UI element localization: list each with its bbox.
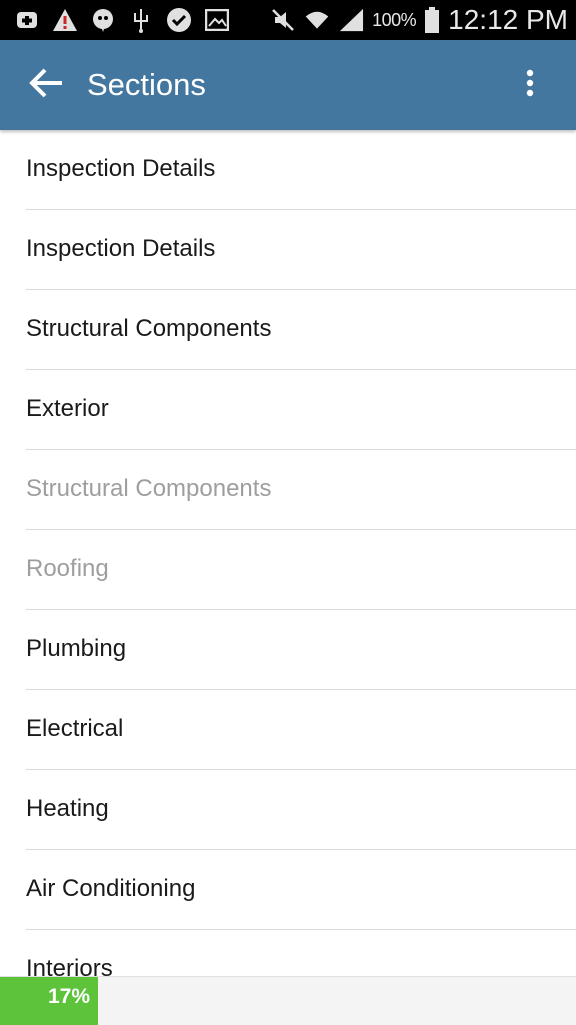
usb-icon: [128, 7, 154, 33]
section-item[interactable]: Electrical: [26, 690, 576, 770]
section-item[interactable]: Plumbing: [26, 610, 576, 690]
heart-check-icon: [166, 7, 192, 33]
app-bar: Sections: [0, 40, 576, 130]
progress-label: 17%: [48, 985, 91, 1008]
mute-icon: [270, 7, 296, 33]
section-item: Structural Components: [26, 450, 576, 530]
more-vert-icon: [526, 69, 534, 102]
arrow-back-icon: [28, 67, 64, 104]
section-label: Structural Components: [26, 475, 272, 502]
section-label: Inspection Details: [26, 235, 216, 262]
back-button[interactable]: [22, 62, 70, 108]
section-item[interactable]: Heating: [26, 770, 576, 850]
chat-bubble-icon: [90, 7, 116, 33]
section-label: Electrical: [26, 715, 124, 742]
section-item[interactable]: Exterior: [26, 370, 576, 450]
section-label: Structural Components: [26, 315, 272, 342]
overflow-menu-button[interactable]: [518, 64, 542, 106]
battery-percent: 100%: [372, 9, 417, 30]
section-item[interactable]: Inspection Details: [26, 130, 576, 210]
status-right: 100% 12:12 PM: [270, 0, 568, 40]
warning-icon: [52, 7, 78, 33]
section-item[interactable]: Inspection Details: [26, 210, 576, 290]
add-box-icon: [14, 7, 40, 33]
wifi-icon: [304, 7, 330, 33]
section-item[interactable]: Structural Components: [26, 290, 576, 370]
page-title: Sections: [87, 67, 206, 102]
section-item: Roofing: [26, 530, 576, 610]
section-label: Interiors: [26, 955, 113, 976]
notification-icons: [14, 6, 230, 34]
section-label: Air Conditioning: [26, 875, 196, 902]
battery-icon: [424, 7, 440, 33]
sections-list: Inspection Details Inspection Details St…: [0, 130, 576, 976]
clock: 12:12 PM: [448, 4, 568, 35]
progress-footer: 17%: [0, 976, 576, 1025]
section-label: Heating: [26, 795, 109, 822]
section-label: Plumbing: [26, 635, 127, 662]
section-item[interactable]: Air Conditioning: [26, 850, 576, 930]
section-label: Exterior: [26, 395, 109, 422]
status-bar: 100% 12:12 PM: [0, 0, 576, 40]
image-icon: [204, 7, 230, 33]
section-label: Inspection Details: [26, 155, 216, 182]
section-label: Roofing: [26, 555, 109, 582]
signal-icon: [338, 7, 364, 33]
section-item[interactable]: Interiors: [26, 930, 576, 976]
